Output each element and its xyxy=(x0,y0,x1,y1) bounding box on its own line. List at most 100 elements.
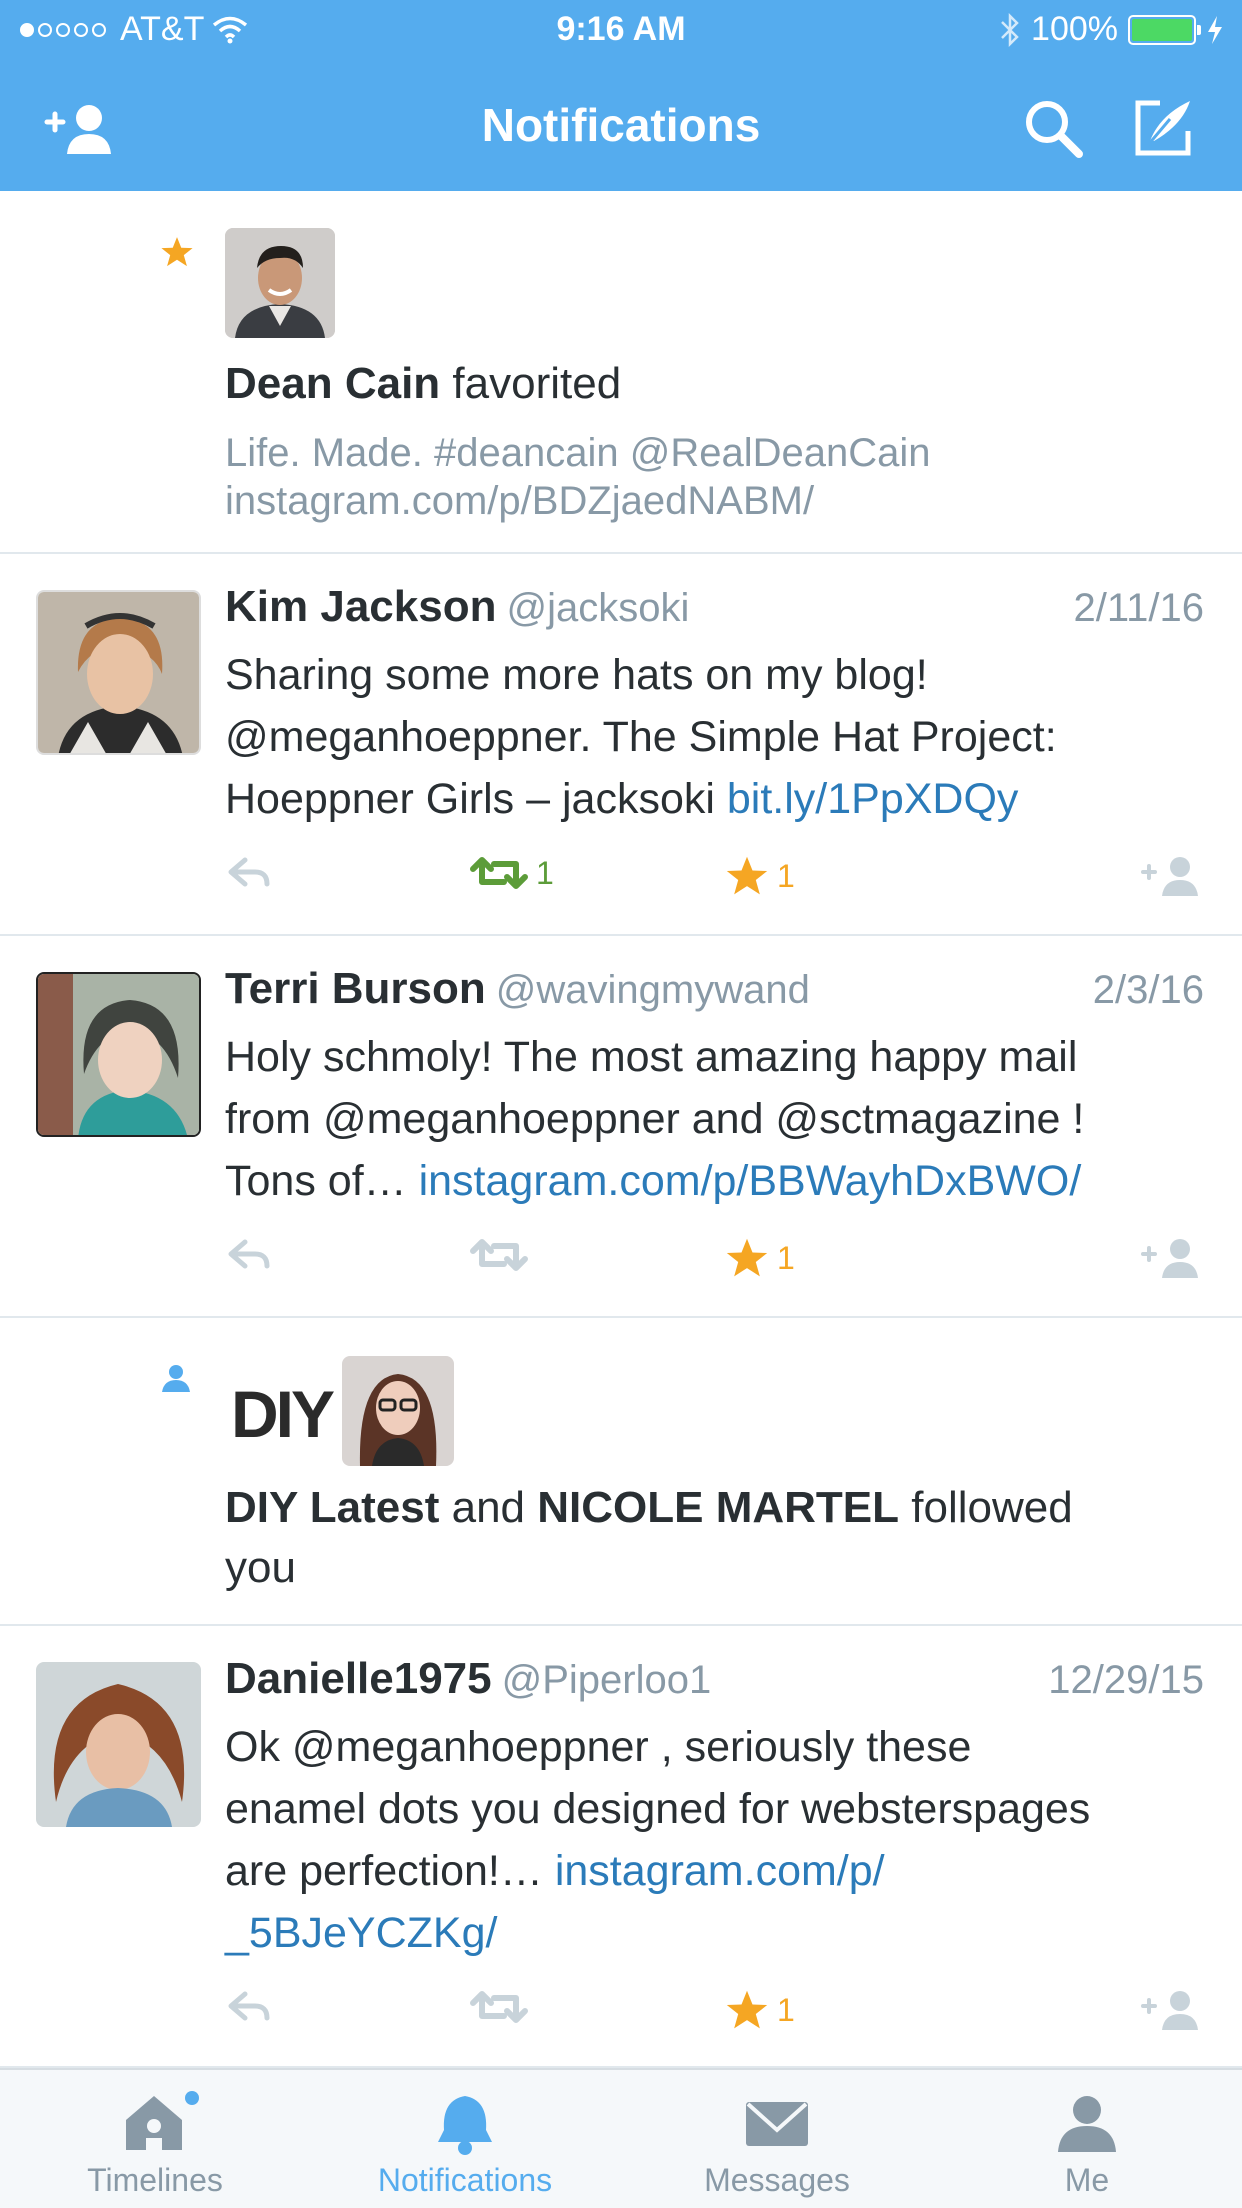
favorite-button[interactable]: 1 xyxy=(725,1236,795,1280)
bluetooth-icon xyxy=(1001,12,1019,47)
tweet-actions: 1 xyxy=(225,1236,1210,1286)
envelope-icon xyxy=(746,2102,808,2146)
tab-timelines[interactable]: Timelines xyxy=(0,2070,310,2208)
notification-favorite[interactable]: Dean Cain favorited Life. Made. #deancai… xyxy=(0,191,1242,554)
diy-logo: DIY xyxy=(231,1377,335,1451)
reply-icon xyxy=(228,857,270,887)
tweet-link[interactable]: bit.ly/1PpXDQy xyxy=(727,775,1019,823)
favorited-tweet-text[interactable]: Life. Made. #deancain @RealDeanCain inst… xyxy=(225,429,1215,525)
tweet-date: 2/3/16 xyxy=(1092,968,1204,1012)
tweet-header: Terri Burson @wavingmywand xyxy=(225,964,810,1014)
notification-follow[interactable]: DIY DIY Latest and NICOLE MARTEL followe… xyxy=(0,1318,1242,1626)
favorite-verb: favorited xyxy=(452,359,622,408)
follower-name[interactable]: DIY Latest xyxy=(225,1483,439,1532)
favorite-summary: Dean Cain favorited xyxy=(225,359,621,409)
status-bar: AT&T 9:16 AM 100% xyxy=(0,0,1242,60)
tweet-text: Holy schmoly! The most amazing happy mai… xyxy=(225,1026,1215,1212)
follow-verb-line2: you xyxy=(225,1543,296,1592)
compose-button[interactable] xyxy=(1118,88,1208,168)
tweet-link[interactable]: instagram.com/p/ xyxy=(555,1847,885,1895)
star-icon xyxy=(726,1238,768,1277)
tab-notifications[interactable]: Notifications xyxy=(310,2070,620,2208)
retweet-icon xyxy=(470,1991,528,2023)
star-icon xyxy=(726,856,768,895)
reply-button[interactable] xyxy=(225,1236,273,1272)
author-name[interactable]: Terri Burson xyxy=(225,964,486,1013)
favorite-count: 1 xyxy=(777,1239,795,1276)
tweet-line: Hoeppner Girls – jacksoki xyxy=(225,775,727,823)
tweet-line: Tons of… xyxy=(225,1157,419,1205)
tweet-kim-jackson[interactable]: Kim Jackson @jacksoki 2/11/16 Sharing som… xyxy=(0,554,1242,936)
tab-messages[interactable]: Messages xyxy=(622,2070,932,2208)
author-name[interactable]: Kim Jackson xyxy=(225,582,496,631)
search-icon xyxy=(1026,101,1083,158)
tab-me[interactable]: Me xyxy=(932,2070,1242,2208)
notifications-feed: Dean Cain favorited Life. Made. #deancai… xyxy=(0,191,1242,2068)
avatar-kim-jackson[interactable] xyxy=(36,590,201,755)
retweet-button[interactable] xyxy=(470,1236,528,1274)
favorite-button[interactable]: 1 xyxy=(725,854,795,898)
add-user-icon xyxy=(1141,857,1198,896)
avatar-image xyxy=(225,228,335,338)
compose-icon xyxy=(1135,100,1191,156)
add-user-icon xyxy=(1141,1991,1198,2030)
tweet-line: Ok @meganhoeppner , seriously these xyxy=(225,1723,972,1771)
actor-name[interactable]: Dean Cain xyxy=(225,359,440,408)
avatar-danielle1975[interactable] xyxy=(36,1662,201,1827)
tab-label: Notifications xyxy=(377,2162,553,2198)
tweet-text: Ok @meganhoeppner , seriously these enam… xyxy=(225,1716,1215,1964)
retweet-count: 1 xyxy=(536,854,554,891)
battery-icon xyxy=(1128,14,1201,45)
reply-button[interactable] xyxy=(225,1988,273,2024)
author-handle[interactable]: @Piperloo1 xyxy=(502,1658,712,1702)
search-button[interactable] xyxy=(1008,88,1098,168)
avatar-image xyxy=(342,1356,454,1466)
tweet-line: enamel dots you designed for websterspag… xyxy=(225,1785,1091,1833)
top-bar: AT&T 9:16 AM 100% Notifications xyxy=(0,0,1242,191)
tweet-date: 12/29/15 xyxy=(1048,1658,1204,1702)
follow-connector: and xyxy=(451,1483,526,1532)
tweet-danielle1975[interactable]: Danielle1975 @Piperloo1 12/29/15 Ok @mega… xyxy=(0,1626,1242,2068)
follower-name[interactable]: NICOLE MARTEL xyxy=(537,1483,899,1532)
tweet-header: Danielle1975 @Piperloo1 xyxy=(225,1654,711,1704)
avatar-image xyxy=(38,974,199,1135)
reply-button[interactable] xyxy=(225,854,273,890)
status-right: 100% xyxy=(999,10,1224,49)
add-user-icon xyxy=(1141,1239,1198,1278)
star-icon xyxy=(161,237,193,267)
author-name[interactable]: Danielle1975 xyxy=(225,1654,492,1703)
follow-button[interactable] xyxy=(1140,1236,1204,1280)
retweet-icon xyxy=(470,857,528,889)
tweet-line: @meganhoeppner. The Simple Hat Project: xyxy=(225,713,1057,761)
favorite-button[interactable]: 1 xyxy=(725,1988,795,2032)
avatar-nicole-martel[interactable] xyxy=(342,1356,454,1466)
tweet-actions: 1 1 xyxy=(225,854,1210,904)
avatar-dean-cain[interactable] xyxy=(225,228,335,338)
tab-bar: Timelines Notifications Messages Me xyxy=(0,2068,1242,2208)
favorite-count: 1 xyxy=(777,1991,795,2028)
tweet-link[interactable]: instagram.com/p/BBWayhDxBWO/ xyxy=(419,1157,1082,1205)
reply-icon xyxy=(228,1239,270,1269)
favorite-count: 1 xyxy=(777,857,795,894)
person-icon xyxy=(162,1365,190,1392)
avatar-terri-burson[interactable] xyxy=(36,972,201,1137)
retweet-button[interactable]: 1 xyxy=(470,854,554,892)
avatar-image xyxy=(36,1662,201,1827)
tweet-line: Sharing some more hats on my blog! xyxy=(225,651,928,699)
retweet-button[interactable] xyxy=(470,1988,528,2026)
author-handle[interactable]: @wavingmywand xyxy=(496,968,810,1012)
follow-button[interactable] xyxy=(1140,1988,1204,2032)
tweet-date: 2/11/16 xyxy=(1073,586,1205,630)
tweet-line: from @meganhoeppner and @sctmagazine ! xyxy=(225,1095,1085,1143)
tweet-terri-burson[interactable]: Terri Burson @wavingmywand 2/3/16 Holy sc… xyxy=(0,936,1242,1318)
tweet-line: are perfection!… xyxy=(225,1847,555,1895)
charging-bolt-icon xyxy=(1208,15,1222,44)
avatar-image xyxy=(38,592,199,753)
tweet-header: Kim Jackson @jacksoki xyxy=(225,582,689,632)
tweet-link-continued[interactable]: _5BJeYCZKg/ xyxy=(225,1909,497,1957)
author-handle[interactable]: @jacksoki xyxy=(506,586,689,630)
follow-button[interactable] xyxy=(1140,854,1204,898)
tweet-actions: 1 xyxy=(225,1988,1210,2038)
battery-percent: 100% xyxy=(1031,10,1118,48)
avatar-diy-latest[interactable]: DIY xyxy=(225,1356,335,1466)
